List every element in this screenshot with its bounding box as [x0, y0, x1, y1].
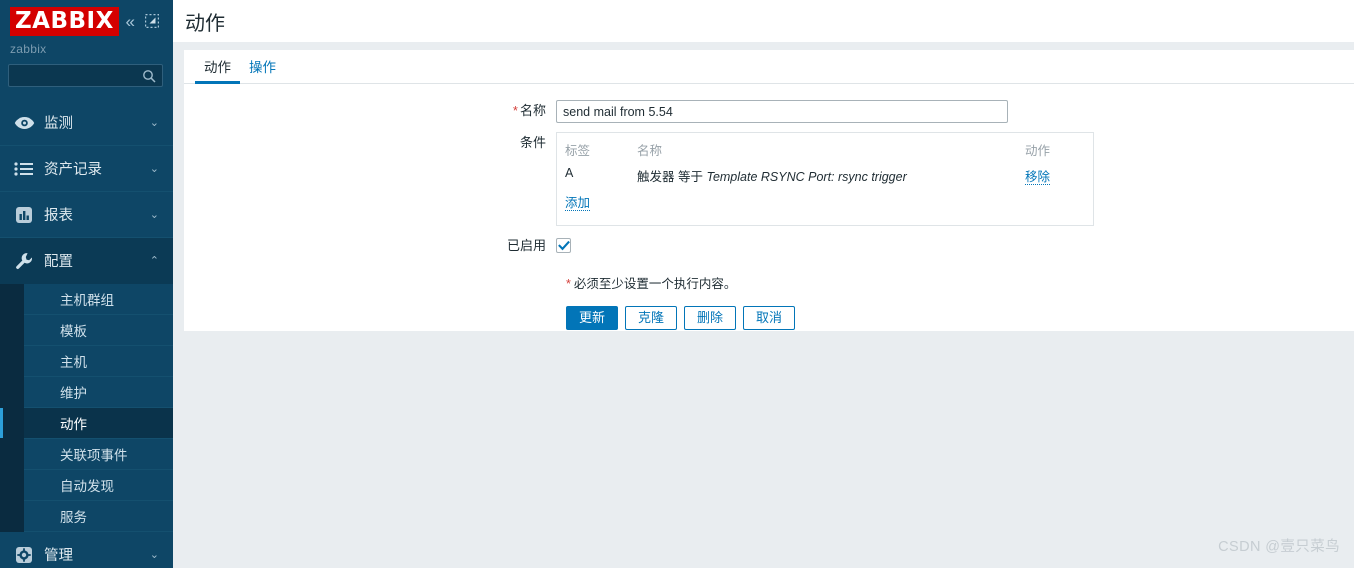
cancel-button[interactable]: 取消: [743, 306, 796, 330]
chevron-down-icon: ⌄: [149, 163, 159, 175]
page-header: 动作: [173, 0, 1354, 42]
name-label-text: 名称: [519, 103, 546, 118]
sidebar-item-label: 监测: [44, 116, 73, 132]
submenu-label: 关联项事件: [60, 448, 128, 463]
gear-icon: [14, 545, 44, 565]
required-note-text: 必须至少设置一个执行内容。: [573, 277, 737, 291]
wrench-icon: [14, 251, 44, 271]
name-label: * 名称: [184, 100, 556, 122]
check-icon: [557, 240, 570, 250]
kiosk-mode-icon[interactable]: [145, 14, 159, 28]
submenu-label: 服务: [60, 510, 87, 525]
table-header-row: 标签 名称 动作: [565, 138, 1085, 163]
chevron-down-icon: ⌄: [149, 209, 159, 221]
condition-name-prefix: 触发器 等于: [637, 170, 707, 184]
sidebar-item-maintenance[interactable]: 维护: [24, 377, 173, 408]
tab-bar: 动作 操作: [184, 50, 1354, 84]
chevron-double-left-icon[interactable]: «: [126, 13, 135, 30]
submenu-label: 主机群组: [60, 293, 114, 308]
sidebar-search: [0, 62, 173, 87]
page-title: 动作: [185, 12, 225, 35]
sidebar-menu: 监测 ⌄ 资产记录 ⌄ 报表 ⌄ 配置 ⌃ 主机群组 模板 主机 维护 动作 关…: [0, 100, 173, 568]
add-condition-cell: 添加: [565, 189, 1085, 215]
sidebar-item-host-groups[interactable]: 主机群组: [24, 284, 173, 315]
add-condition-link[interactable]: 添加: [565, 196, 591, 211]
sidebar-item-templates[interactable]: 模板: [24, 315, 173, 346]
delete-button[interactable]: 删除: [684, 306, 737, 330]
submenu-label: 动作: [60, 417, 87, 432]
form-row-name: * 名称: [184, 100, 1354, 123]
search-input[interactable]: [9, 65, 162, 86]
sidebar-item-inventory[interactable]: 资产记录 ⌄: [0, 146, 173, 192]
tab-label: 动作: [204, 60, 231, 75]
table-row-add: 添加: [565, 189, 1085, 215]
tab-operations[interactable]: 操作: [240, 56, 285, 83]
submenu-gutter: [0, 284, 24, 532]
sidebar-item-actions[interactable]: 动作: [0, 408, 173, 439]
tab-action[interactable]: 动作: [195, 56, 240, 84]
submenu-label: 模板: [60, 324, 87, 339]
enabled-checkbox[interactable]: [556, 238, 571, 253]
update-button[interactable]: 更新: [566, 306, 619, 330]
submenu-label: 主机: [60, 355, 87, 370]
chevron-down-icon: ⌄: [149, 549, 159, 561]
sidebar-item-services[interactable]: 服务: [24, 501, 173, 532]
submenu-label: 维护: [60, 386, 87, 401]
column-header-tag: 标签: [565, 144, 591, 158]
sidebar: ZABBIX « zabbix 监测 ⌄ 资产记录 ⌄ 报表 ⌄ 配置 ⌃ 主机…: [0, 0, 173, 568]
clone-button[interactable]: 克隆: [625, 306, 678, 330]
eye-icon: [14, 116, 44, 130]
name-input[interactable]: [556, 100, 1008, 123]
conditions-table-container: 标签 名称 动作 A 触发器 等于 Template RSYNC Port: r…: [556, 132, 1094, 226]
conditions-label: 条件: [519, 135, 546, 150]
sidebar-header: ZABBIX «: [0, 0, 173, 42]
remove-link[interactable]: 移除: [1025, 170, 1051, 185]
condition-tag: A: [565, 166, 574, 180]
sidebar-item-administration[interactable]: 管理 ⌄: [0, 532, 173, 568]
bar-chart-icon: [14, 205, 44, 225]
sidebar-item-configuration[interactable]: 配置 ⌃: [0, 238, 173, 284]
submenu-label: 自动发现: [60, 479, 114, 494]
condition-name: 触发器 等于 Template RSYNC Port: rsync trigge…: [637, 163, 1025, 189]
sidebar-item-label: 管理: [44, 548, 73, 564]
sidebar-item-discovery[interactable]: 自动发现: [24, 470, 173, 501]
column-header-action: 动作: [1025, 144, 1051, 158]
tab-label: 操作: [249, 60, 276, 75]
main-content: 动作 动作 操作 *名称 条件: [173, 0, 1354, 568]
action-form-card: 动作 操作 *名称 条件: [184, 50, 1354, 331]
search-icon[interactable]: [142, 69, 156, 88]
sidebar-header-icons: «: [126, 13, 165, 30]
server-name: zabbix: [10, 42, 47, 56]
form-buttons: 更新 克隆 删除 取消: [184, 306, 1354, 330]
form-row-conditions: 条件 标签 名称 动作 A 触发器 等于 Template RSYNC Port…: [184, 132, 1354, 226]
conditions-table: 标签 名称 动作 A 触发器 等于 Template RSYNC Port: r…: [565, 138, 1085, 215]
column-header-name: 名称: [637, 144, 663, 158]
sidebar-item-event-correlation[interactable]: 关联项事件: [24, 439, 173, 470]
chevron-down-icon: ⌄: [149, 117, 159, 129]
required-asterisk: *: [566, 277, 571, 291]
zabbix-app: ZABBIX « zabbix 监测 ⌄ 资产记录 ⌄ 报表 ⌄ 配置 ⌃ 主机…: [0, 0, 1354, 568]
form-row-enabled: 已启用: [184, 235, 1354, 257]
sidebar-item-label: 报表: [44, 208, 73, 224]
sidebar-submenu-configuration: 主机群组 模板 主机 维护 动作 关联项事件 自动发现 服务: [0, 284, 173, 532]
list-icon: [14, 161, 44, 176]
sidebar-item-monitoring[interactable]: 监测 ⌄: [0, 100, 173, 146]
sidebar-item-reports[interactable]: 报表 ⌄: [0, 192, 173, 238]
chevron-up-icon: ⌃: [149, 255, 159, 267]
zabbix-logo[interactable]: ZABBIX: [10, 6, 119, 36]
condition-action-cell: 移除: [1025, 163, 1085, 189]
watermark: CSDN @壹只菜鸟: [1218, 539, 1340, 555]
condition-name-target: Template RSYNC Port: rsync trigger: [706, 170, 907, 184]
required-asterisk: *: [512, 103, 518, 118]
sidebar-item-label: 配置: [44, 254, 73, 270]
action-form: *名称 条件 标签 名称 动作: [184, 84, 1354, 330]
sidebar-item-label: 资产记录: [44, 162, 102, 178]
enabled-label: 已启用: [506, 238, 546, 253]
sidebar-item-hosts[interactable]: 主机: [24, 346, 173, 377]
table-row: A 触发器 等于 Template RSYNC Port: rsync trig…: [565, 163, 1085, 189]
required-note: * 必须至少设置一个执行内容。: [184, 273, 1354, 292]
